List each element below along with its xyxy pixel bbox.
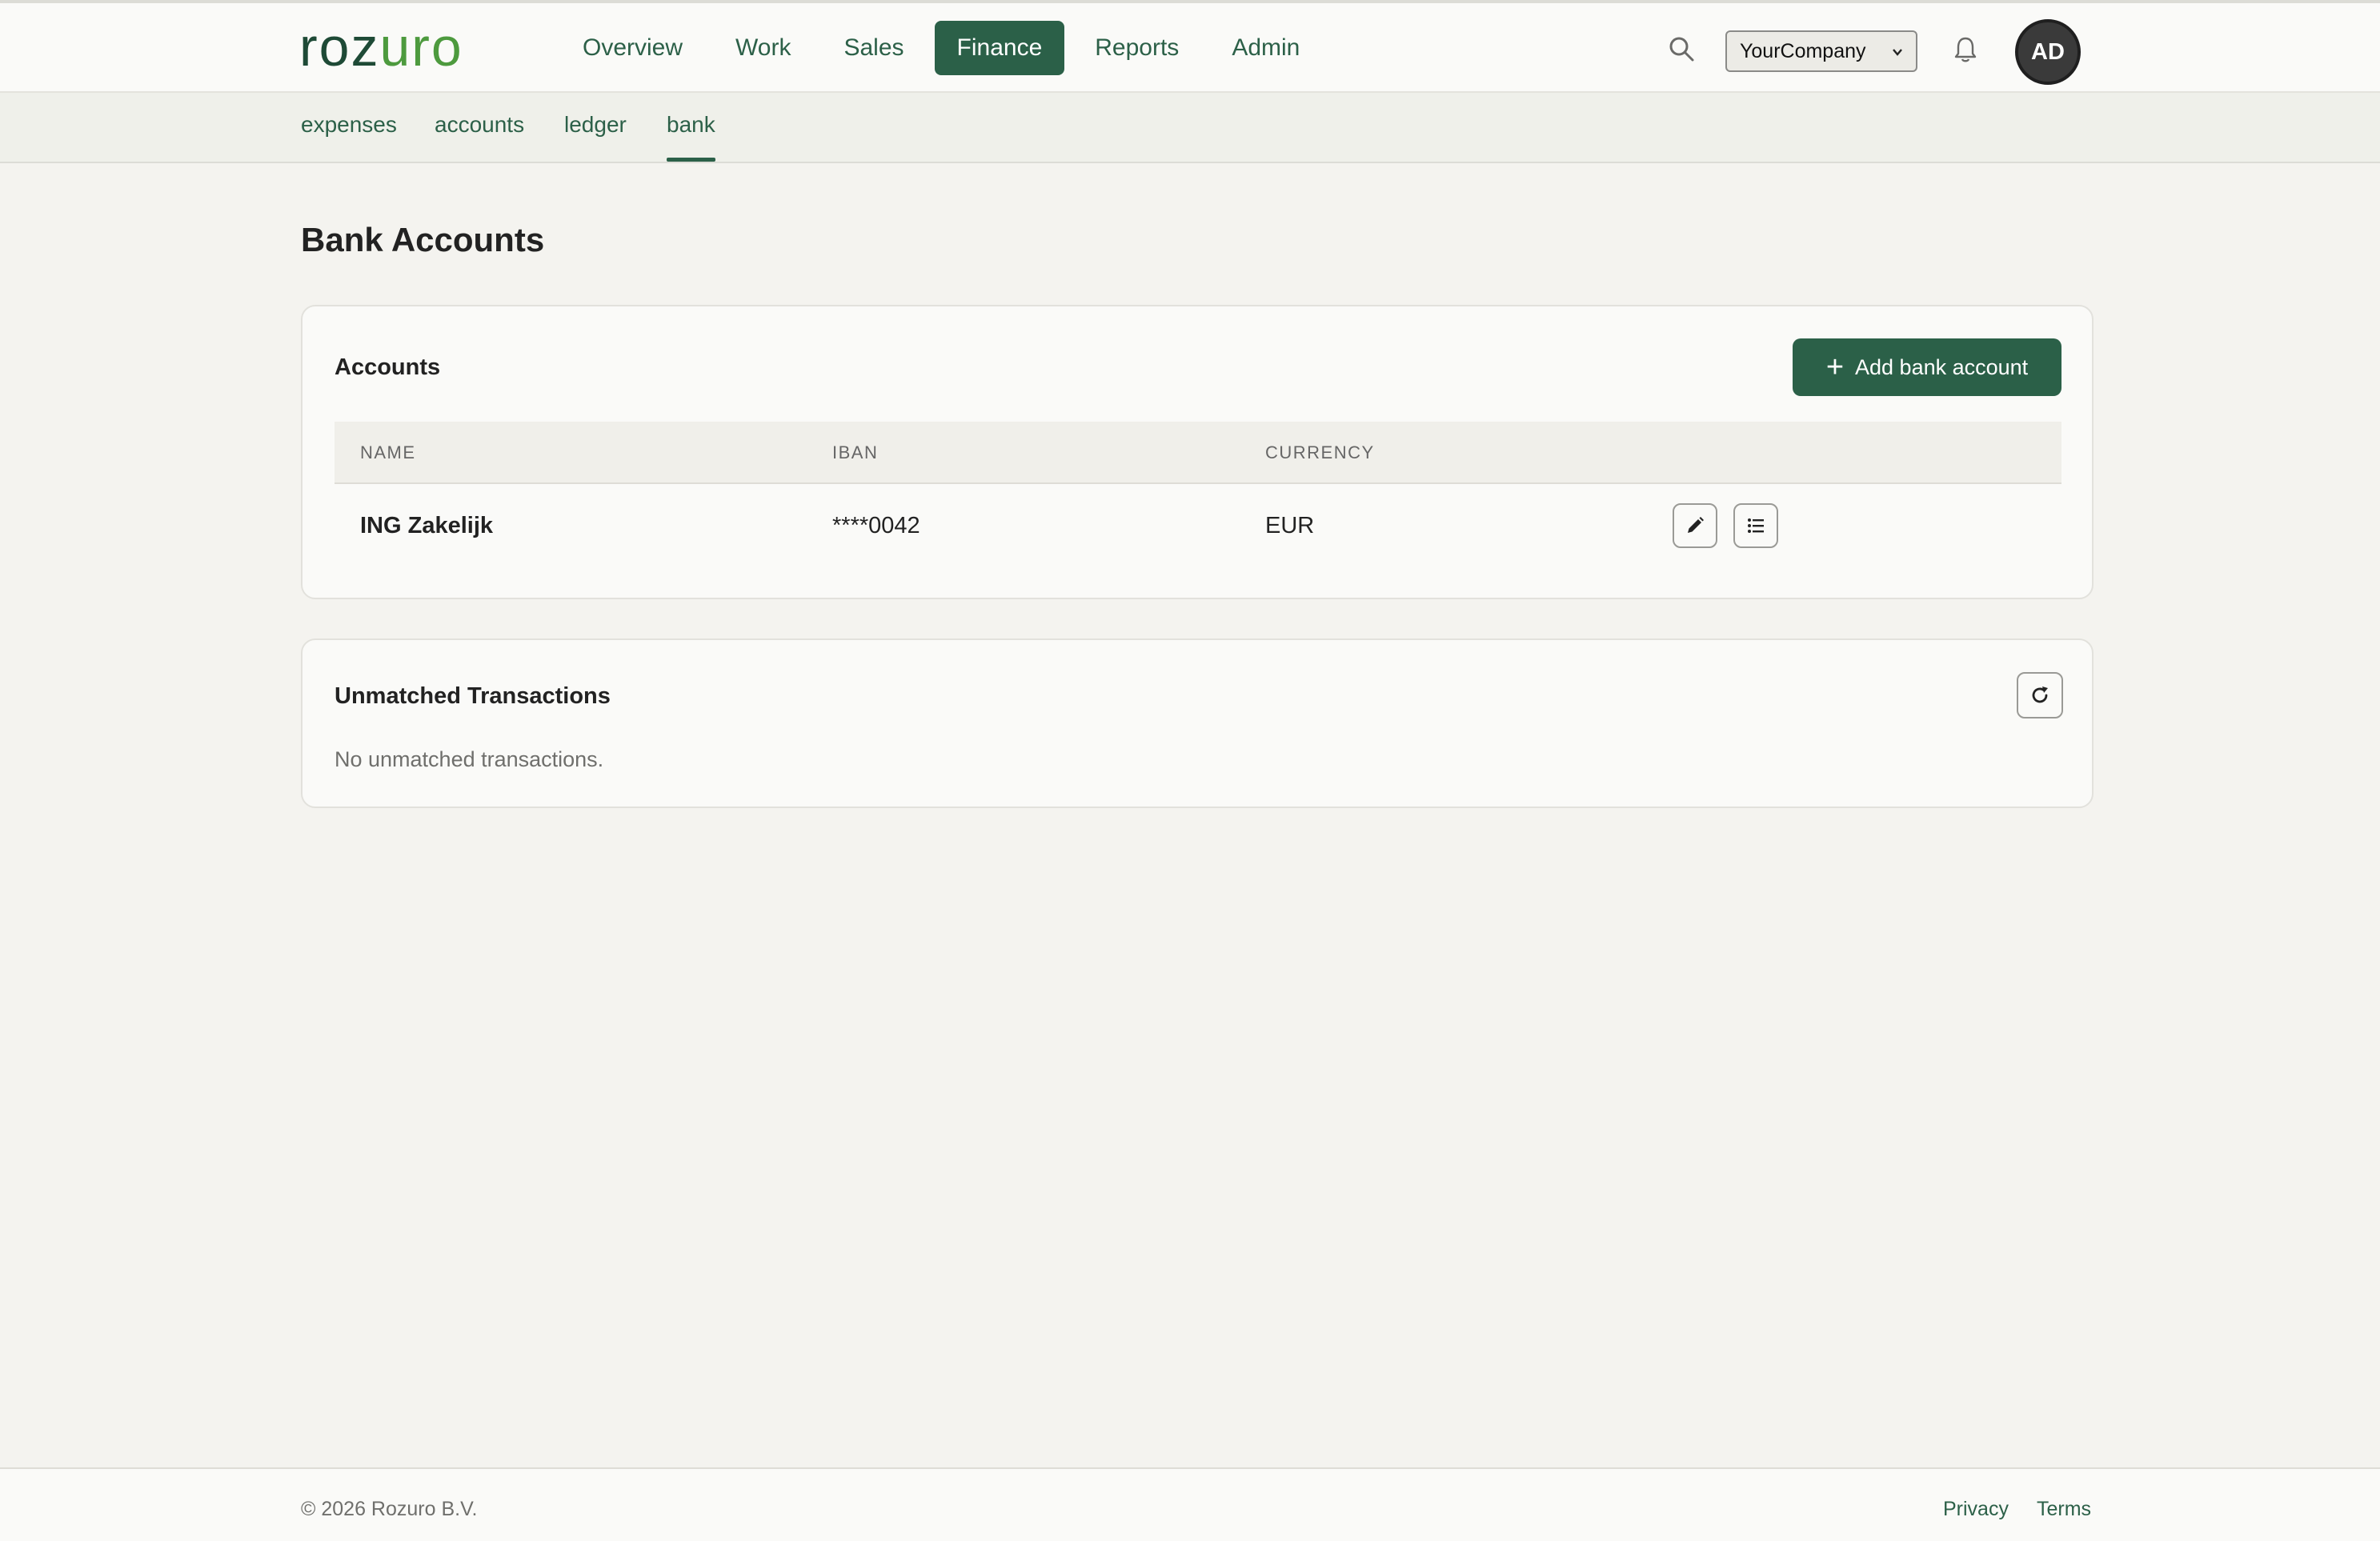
finance-subnav: expenses accounts ledger bank [0,93,2380,163]
footer: © 2026 Rozuro B.V. Privacy Terms [0,1467,2380,1541]
refresh-button[interactable] [2017,672,2063,718]
company-select-value: YourCompany [1740,39,1866,62]
footer-link-terms[interactable]: Terms [2037,1498,2091,1521]
avatar-initials: AD [2031,38,2065,65]
logo-text-part2: uro [379,17,463,78]
top-navigation-bar: rozuro Overview Work Sales Finance Repor… [0,0,2380,93]
view-transactions-button[interactable] [1733,503,1778,548]
table-row: ING Zakelijk ****0042 EUR [335,484,2061,572]
table-header: NAME IBAN CURRENCY [335,422,2061,484]
add-bank-account-button[interactable]: + Add bank account [1793,338,2061,396]
account-name-cell: ING Zakelijk [360,513,494,538]
page-root: rozuro Overview Work Sales Finance Repor… [0,0,2380,1541]
user-avatar[interactable]: AD [2015,19,2081,85]
search-icon[interactable] [1668,35,1695,62]
subnav-tab-ledger[interactable]: ledger [564,112,627,162]
main-nav: Overview Work Sales Finance Reports Admi… [560,21,1322,77]
unmatched-transactions-card: Unmatched Transactions No unmatched tran… [301,638,2094,808]
account-iban-cell: ****0042 [832,513,920,538]
unmatched-card-title: Unmatched Transactions [335,683,611,709]
subnav-tab-expenses[interactable]: expenses [301,112,397,162]
rozuro-logo[interactable]: rozuro [299,20,463,74]
column-header-currency: CURRENCY [1265,442,1375,462]
nav-item-admin[interactable]: Admin [1209,21,1322,75]
edit-account-button[interactable] [1673,503,1717,548]
plus-icon: + [1825,350,1845,384]
pencil-icon [1688,517,1704,533]
logo-text-part1: roz [299,17,380,78]
accounts-card-title: Accounts [335,354,441,380]
nav-item-sales[interactable]: Sales [821,21,926,75]
refresh-icon [2032,686,2048,703]
company-select[interactable]: YourCompany [1725,30,1917,72]
nav-item-work[interactable]: Work [713,21,813,75]
list-icon [1748,518,1764,533]
nav-item-overview[interactable]: Overview [560,21,705,75]
subnav-tab-accounts[interactable]: accounts [435,112,524,162]
empty-state-message: No unmatched transactions. [335,747,604,771]
footer-copyright: © 2026 Rozuro B.V. [301,1498,478,1520]
notifications-bell-icon[interactable] [1953,35,1978,64]
column-header-iban: IBAN [832,442,879,462]
accounts-card: Accounts + Add bank account NAME IBAN CU… [301,305,2094,599]
bank-accounts-table: NAME IBAN CURRENCY ING Zakelijk ****0042… [335,422,2061,572]
subnav-tab-bank[interactable]: bank [667,112,715,162]
column-header-name: NAME [360,442,416,462]
chevron-down-icon [1893,49,1902,56]
footer-link-privacy[interactable]: Privacy [1943,1498,2009,1521]
add-bank-account-label: Add bank account [1855,354,2029,379]
account-currency-cell: EUR [1265,513,1315,538]
nav-item-reports[interactable]: Reports [1072,21,1201,75]
nav-item-finance[interactable]: Finance [934,21,1065,75]
page-title: Bank Accounts [301,221,545,258]
